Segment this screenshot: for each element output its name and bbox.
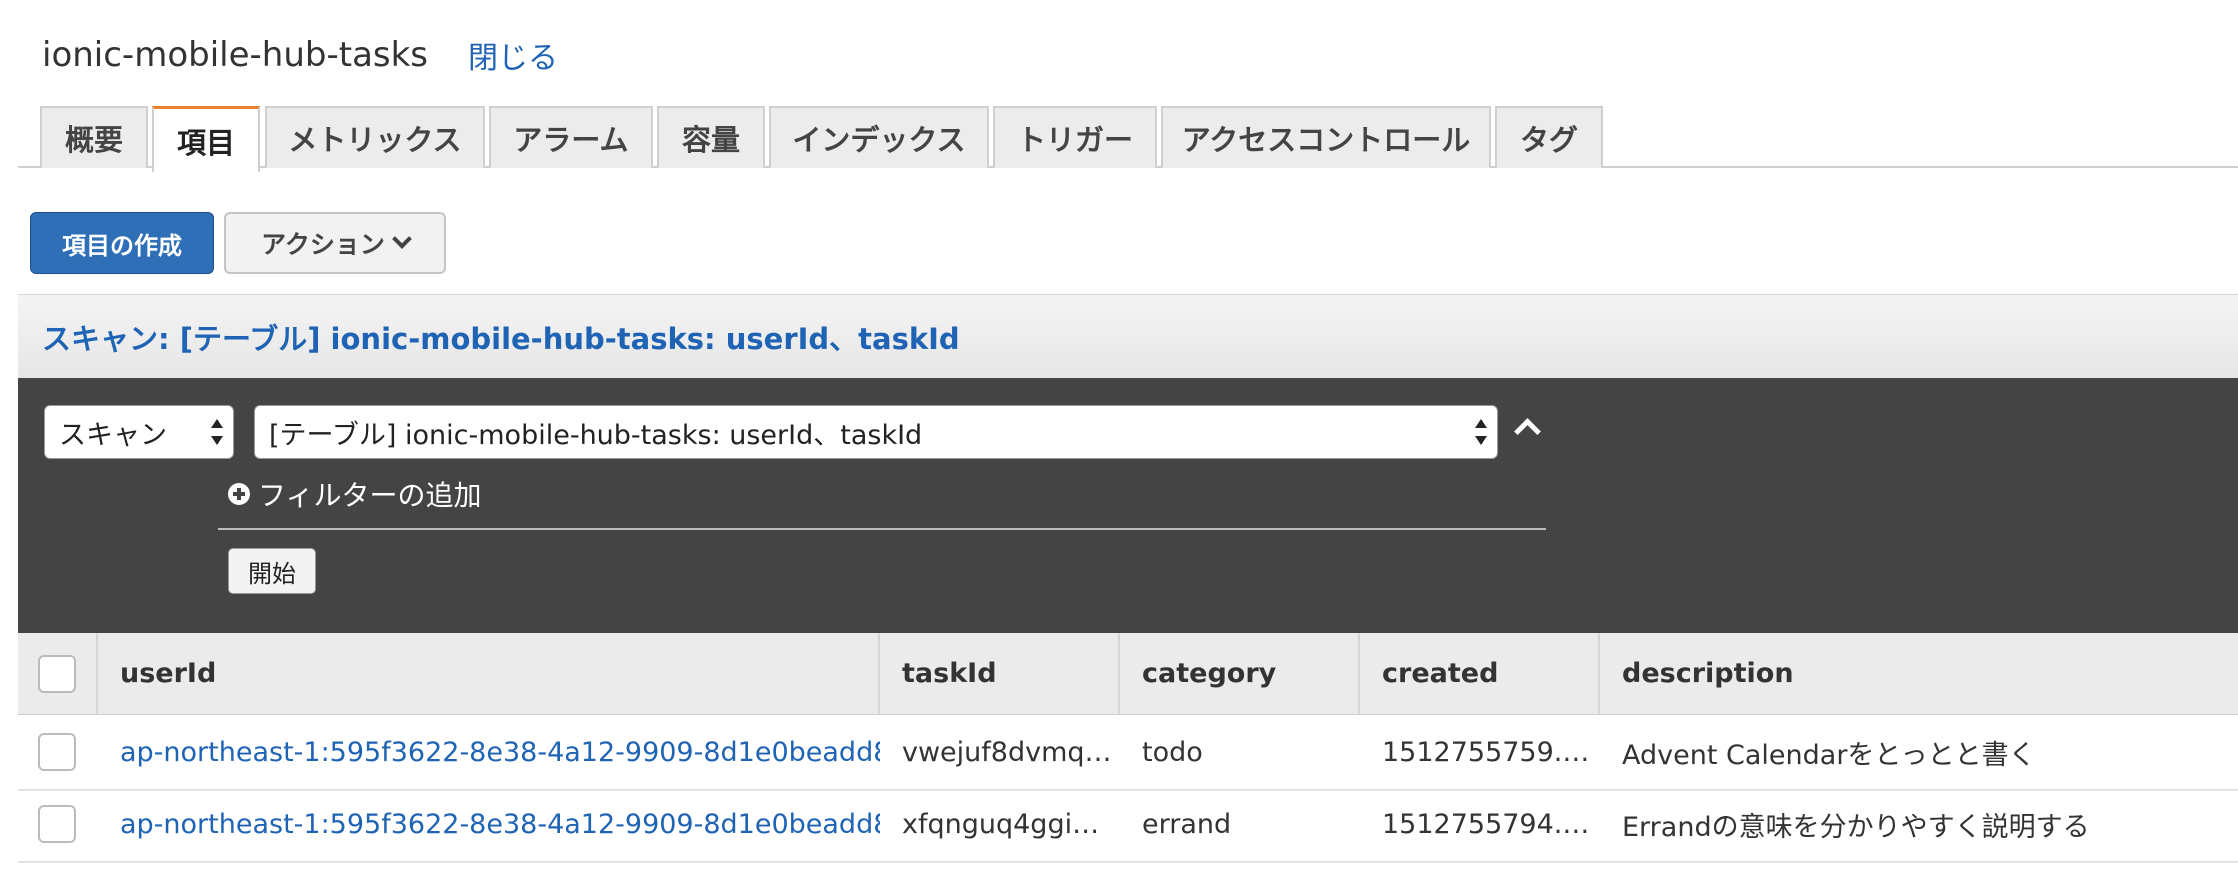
scan-target-select[interactable]: [テーブル] ionic-mobile-hub-tasks: userId、ta… — [254, 405, 1498, 459]
start-button[interactable]: 開始 — [228, 548, 316, 594]
query-panel: スキャン [テーブル] ionic-mobile-hub-tasks: user… — [18, 378, 2238, 633]
row-checkbox[interactable] — [38, 805, 76, 843]
close-link[interactable]: 閉じる — [468, 33, 558, 77]
column-header-taskid[interactable]: taskId — [880, 633, 1120, 715]
scan-mode-value: スキャン — [59, 419, 167, 451]
scan-target-value: [テーブル] ionic-mobile-hub-tasks: userId、ta… — [269, 419, 923, 451]
row-category: todo — [1142, 736, 1203, 768]
tab-tags[interactable]: タグ — [1495, 106, 1603, 168]
table-title: ionic-mobile-hub-tasks — [42, 35, 429, 75]
scan-mode-select[interactable]: スキャン — [44, 405, 234, 459]
scan-summary-header[interactable]: スキャン: [テーブル] ionic-mobile-hub-tasks: use… — [18, 294, 2238, 378]
filter-divider — [218, 528, 1546, 530]
tab-access-control[interactable]: アクセスコントロール — [1161, 106, 1491, 168]
create-item-button[interactable]: 項目の作成 — [30, 212, 214, 274]
row-category: errand — [1142, 808, 1232, 840]
row-taskid: xfqnguq4ggi… — [902, 808, 1100, 840]
select-all-checkbox[interactable] — [38, 655, 76, 693]
row-description: Errandの意味を分かりやすく説明する — [1622, 811, 2090, 843]
tab-capacity[interactable]: 容量 — [657, 106, 765, 168]
tab-triggers[interactable]: トリガー — [993, 106, 1157, 168]
column-header-description[interactable]: description — [1600, 633, 2238, 715]
row-created: 1512755759.… — [1382, 736, 1590, 768]
plus-circle-icon — [228, 483, 250, 505]
tab-overview[interactable]: 概要 — [40, 106, 148, 168]
row-created: 1512755794.… — [1382, 808, 1590, 840]
scan-summary-text: スキャン: [テーブル] ionic-mobile-hub-tasks: use… — [42, 321, 960, 356]
actions-dropdown-button[interactable]: アクション — [224, 212, 446, 274]
add-filter-label: フィルターの追加 — [258, 479, 482, 512]
tab-indexes[interactable]: インデックス — [769, 106, 989, 168]
row-checkbox[interactable] — [38, 733, 76, 771]
row-divider — [18, 861, 2238, 863]
add-filter-button[interactable]: フィルターの追加 — [228, 474, 481, 514]
row-userid-link[interactable]: ap-northeast-1:595f3622-8e38-4a12-9909-8… — [98, 716, 880, 788]
tab-items[interactable]: 項目 — [152, 106, 260, 172]
column-header-created[interactable]: created — [1360, 633, 1600, 715]
chevron-down-icon — [391, 229, 412, 249]
select-arrows-icon — [211, 419, 223, 445]
select-all-header — [18, 633, 98, 715]
title-row: ionic-mobile-hub-tasks 閉じる — [42, 30, 558, 80]
row-taskid: vwejuf8dvmq… — [902, 736, 1112, 768]
row-description: Advent Calendarをとっとと書く — [1622, 739, 2036, 771]
tab-metrics[interactable]: メトリックス — [265, 106, 485, 168]
row-userid-link[interactable]: ap-northeast-1:595f3622-8e38-4a12-9909-8… — [98, 788, 880, 860]
actions-label: アクション — [261, 230, 385, 259]
column-header-userid[interactable]: userId — [98, 633, 880, 715]
collapse-caret-icon[interactable] — [1512, 412, 1542, 442]
tab-bar: 概要 項目 メトリックス アラーム 容量 インデックス トリガー アクセスコント… — [18, 104, 2238, 172]
tab-alarms[interactable]: アラーム — [489, 106, 653, 168]
select-arrows-icon — [1475, 419, 1487, 445]
column-header-category[interactable]: category — [1120, 633, 1360, 715]
